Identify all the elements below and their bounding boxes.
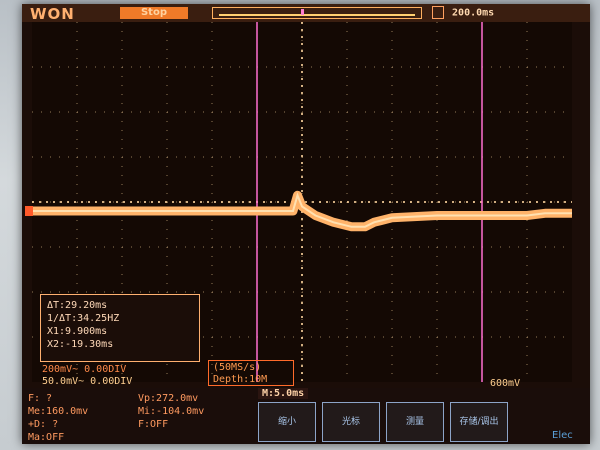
top-status-bar: WON Stop 200.0ms xyxy=(22,4,590,23)
horizontal-position: M:5.0ms xyxy=(258,388,309,399)
acquisition-box: (50MS/s) Depth:10M xyxy=(208,360,294,386)
filter-reading: F:OFF xyxy=(138,419,169,430)
peak-voltage-reading: Vp:272.0mv xyxy=(138,393,199,404)
trigger-position-bar xyxy=(212,7,422,19)
delta-t: ΔT:29.20ms xyxy=(47,300,108,311)
scope-screen: WON Stop 200.0ms ΔT:29.20ms 1/ΔT:34.25HZ… xyxy=(22,4,590,444)
run-stop-indicator[interactable]: Stop xyxy=(120,7,188,19)
channel-1-scale: 200mV~ 0.00DIV xyxy=(42,364,127,375)
inverse-delta-t: 1/ΔT:34.25HZ xyxy=(47,313,120,324)
softkey-2[interactable]: 光标 xyxy=(322,402,380,442)
channel-2-scale: 50.0mV~ 0.00DIV xyxy=(42,376,133,387)
timebase-readout: 200.0ms xyxy=(432,6,494,19)
softkey-1[interactable]: 缩小 xyxy=(258,402,316,442)
softkey-3[interactable]: 测量 xyxy=(386,402,444,442)
trigger-marker xyxy=(301,9,304,15)
mean-reading: Me:160.0mv xyxy=(28,406,89,417)
channel-info: 200mV~ 0.00DIV 50.0mV~ 0.00DIV xyxy=(42,364,222,388)
timebase-value: 200.0ms xyxy=(452,7,495,19)
cursor-measurement-panel: ΔT:29.20ms 1/ΔT:34.25HZ X1:9.900ms X2:-1… xyxy=(40,294,200,362)
memory-depth: Depth:10M xyxy=(213,374,268,385)
brand-logo: WON xyxy=(30,5,75,23)
timebase-icon xyxy=(432,6,444,19)
trigger-track xyxy=(219,14,415,16)
min-reading: Mi:-104.0mv xyxy=(138,406,205,417)
watermark: Elec xyxy=(552,430,573,441)
cursor-x2: X2:-19.30ms xyxy=(47,339,114,350)
oscilloscope-photo: WON Stop 200.0ms ΔT:29.20ms 1/ΔT:34.25HZ… xyxy=(0,0,600,450)
math-reading: Ma:OFF xyxy=(28,432,65,443)
cursor-x1: X1:9.900ms xyxy=(47,326,108,337)
duty-reading: +D: ? xyxy=(28,419,59,430)
channel-1-marker xyxy=(25,206,33,216)
auto-measurements: F: ? Vp:272.0mv Me:160.0mv Mi:-104.0mv +D:… xyxy=(28,392,248,444)
softkey-4[interactable]: 存储/调出 xyxy=(450,402,508,442)
frequency-reading: F: ? xyxy=(28,393,53,404)
sample-rate: (50MS/s) xyxy=(213,362,262,373)
